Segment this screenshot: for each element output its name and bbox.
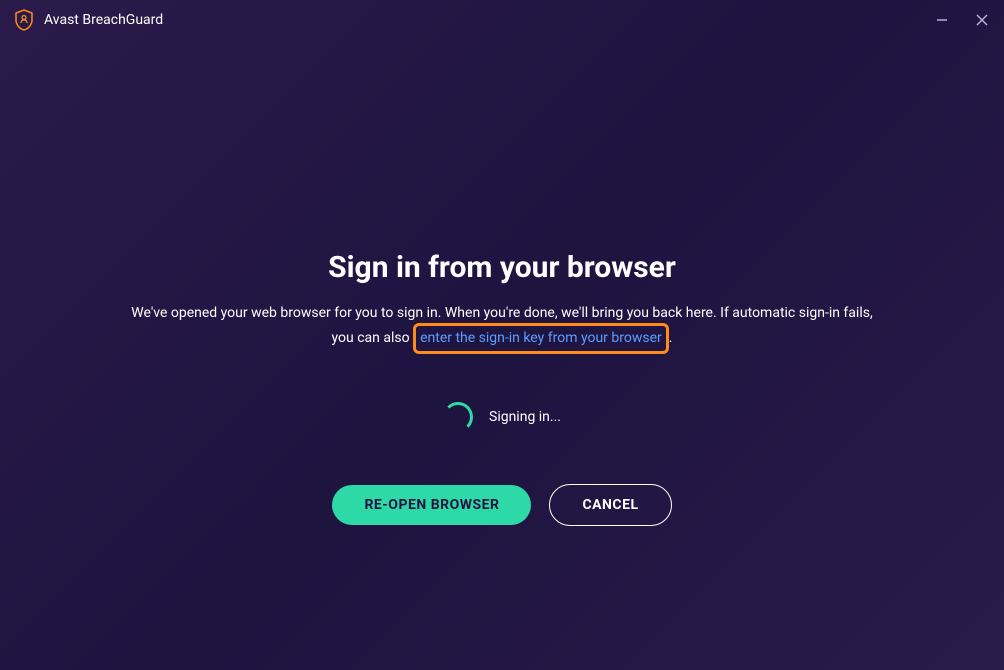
titlebar: Avast BreachGuard xyxy=(0,0,1004,40)
loading-spinner-icon xyxy=(443,402,473,432)
cancel-button[interactable]: CANCEL xyxy=(549,484,671,526)
description-part2: . xyxy=(669,330,673,346)
reopen-browser-button[interactable]: RE-OPEN BROWSER xyxy=(332,485,531,525)
avast-shield-icon xyxy=(14,9,34,31)
minimize-icon[interactable] xyxy=(934,12,950,28)
window-controls xyxy=(934,12,990,28)
main-content: Sign in from your browser We've opened y… xyxy=(0,40,1004,526)
enter-signin-key-link[interactable]: enter the sign-in key from your browser xyxy=(413,323,669,353)
close-icon[interactable] xyxy=(974,12,990,28)
titlebar-left: Avast BreachGuard xyxy=(14,9,163,31)
button-row: RE-OPEN BROWSER CANCEL xyxy=(332,484,671,526)
status-text: Signing in... xyxy=(489,409,561,425)
app-title: Avast BreachGuard xyxy=(44,12,163,28)
page-heading: Sign in from your browser xyxy=(328,250,676,285)
status-row: Signing in... xyxy=(443,402,561,432)
description-text: We've opened your web browser for you to… xyxy=(122,303,882,354)
